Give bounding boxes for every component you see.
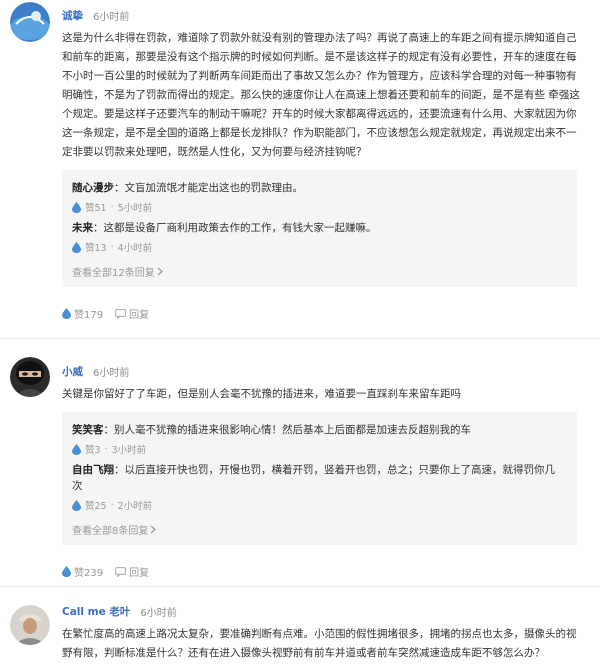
water-drop-icon [62, 566, 71, 577]
avatar[interactable] [10, 2, 50, 42]
speech-bubble-icon [115, 308, 126, 319]
comment-time: 6小时前 [140, 608, 177, 619]
reply-time: 2小时前 [117, 501, 153, 512]
comment-body: 在繁忙度高的高速上路况太复杂，要准确判断有点难。小范围的假性拥堵很多，拥堵的拐点… [62, 628, 577, 659]
water-drop-icon[interactable] [72, 241, 81, 253]
comment-actions: 赞239 回复 [62, 564, 582, 579]
reply-text: 以后直接开快也罚，开慢也罚，横着开罚，竖着开也罚，总之；只要你上了高速，就得罚你… [72, 464, 555, 492]
reply-colon: ： [93, 222, 104, 234]
reply-likes[interactable]: 赞3 [85, 442, 101, 456]
view-all-replies-link[interactable]: 查看全部8条回复 [72, 522, 565, 537]
comment-author[interactable]: Call me 老叶 [62, 604, 130, 619]
comment-body: 这是为什么非得在罚款，难道除了罚款外就没有别的管理办法了吗？再说了高速上的车距之… [62, 32, 580, 158]
reply-text: 这都是设备厂商利用政策去作的工作，有钱大家一起赚嘛。 [103, 222, 377, 234]
separator-dot: · [110, 201, 114, 213]
reply-time: 3小时前 [111, 445, 147, 456]
view-all-replies-label: 查看全部8条回复 [72, 526, 149, 537]
reply-author[interactable]: 笑笑客 [72, 424, 104, 436]
comment-body: 关键是你留好了了车距，但是别人会毫不犹豫的插进来，难道要一直踩刹车来留车距吗 [62, 388, 461, 400]
comment-author[interactable]: 诚挚 [62, 8, 83, 23]
reply-likes[interactable]: 赞25 [85, 498, 107, 512]
reply-text: 别人毫不犹豫的插进来很影响心情！然后基本上后面都是加速去反超别我的车 [114, 424, 471, 436]
separator-dot: · [110, 499, 114, 511]
like-button[interactable]: 赞179 [62, 306, 103, 321]
reply-button[interactable]: 回复 [115, 564, 149, 579]
reply-likes[interactable]: 赞13 [85, 240, 107, 254]
reply-item: 笑笑客：别人毫不犹豫的插进来很影响心情！然后基本上后面都是加速去反超别我的车 赞… [72, 418, 565, 458]
reply-label: 回复 [129, 310, 150, 321]
reply-time: 4小时前 [117, 243, 153, 254]
avatar[interactable] [10, 605, 50, 645]
view-all-replies-label: 查看全部12条回复 [72, 268, 155, 279]
water-drop-icon[interactable] [72, 499, 81, 511]
reply-text: 文盲加流氓才能定出这也的罚款理由。 [124, 182, 304, 194]
speech-bubble-icon [115, 566, 126, 577]
comment-item: 小威 6小时前 关键是你留好了了车距，但是别人会毫不犹豫的插进来，难道要一直踩刹… [0, 338, 600, 586]
reply-colon: ： [114, 182, 125, 194]
reply-button[interactable]: 回复 [115, 306, 149, 321]
water-drop-icon[interactable] [72, 443, 81, 455]
avatar[interactable] [10, 357, 50, 397]
reply-colon: ： [114, 464, 125, 476]
water-drop-icon [62, 308, 71, 319]
reply-thread: 笑笑客：别人毫不犹豫的插进来很影响心情！然后基本上后面都是加速去反超别我的车 赞… [62, 412, 577, 545]
reply-colon: ： [103, 424, 115, 436]
comment-time: 6小时前 [93, 12, 130, 23]
reply-meta: 赞3 · 3小时前 [72, 440, 565, 458]
reply-author[interactable]: 自由飞翔 [72, 464, 114, 476]
reply-time: 5小时前 [117, 203, 153, 214]
chevron-right-icon [157, 267, 163, 276]
reply-meta: 赞25 · 2小时前 [72, 496, 565, 514]
comment-item: 诚挚 6小时前 这是为什么非得在罚款，难道除了罚款外就没有别的管理办法了吗？再说… [0, 0, 600, 338]
reply-author[interactable]: 未来 [72, 222, 93, 234]
chevron-right-icon [150, 525, 157, 534]
reply-item: 随心漫步：文盲加流氓才能定出这也的罚款理由。 赞51 · 5小时前 [72, 176, 565, 216]
reply-meta: 赞13 · 4小时前 [72, 238, 565, 256]
like-count: 赞239 [74, 568, 104, 579]
separator-dot: · [104, 443, 108, 455]
reply-likes[interactable]: 赞51 [85, 200, 107, 214]
separator-dot: · [110, 241, 114, 253]
reply-item: 自由飞翔：以后直接开快也罚，开慢也罚，横着开罚，竖着开也罚，总之；只要你上了高速… [72, 458, 565, 514]
comment-actions: 赞179 回复 [62, 306, 582, 321]
comment-time: 6小时前 [93, 368, 130, 379]
like-button[interactable]: 赞239 [62, 564, 103, 579]
reply-meta: 赞51 · 5小时前 [72, 198, 565, 216]
water-drop-icon[interactable] [72, 201, 81, 213]
view-all-replies-link[interactable]: 查看全部12条回复 [72, 264, 565, 279]
reply-thread: 随心漫步：文盲加流氓才能定出这也的罚款理由。 赞51 · 5小时前 未来：这都是… [62, 170, 577, 287]
reply-author[interactable]: 随心漫步 [72, 182, 114, 194]
comment-item: Call me 老叶 6小时前 在繁忙度高的高速上路况太复杂，要准确判断有点难。… [0, 586, 600, 669]
like-count: 赞179 [74, 310, 104, 321]
reply-item: 未来：这都是设备厂商利用政策去作的工作，有钱大家一起赚嘛。 赞13 · 4小时前 [72, 216, 565, 256]
reply-label: 回复 [129, 568, 150, 579]
comment-author[interactable]: 小威 [62, 364, 83, 379]
